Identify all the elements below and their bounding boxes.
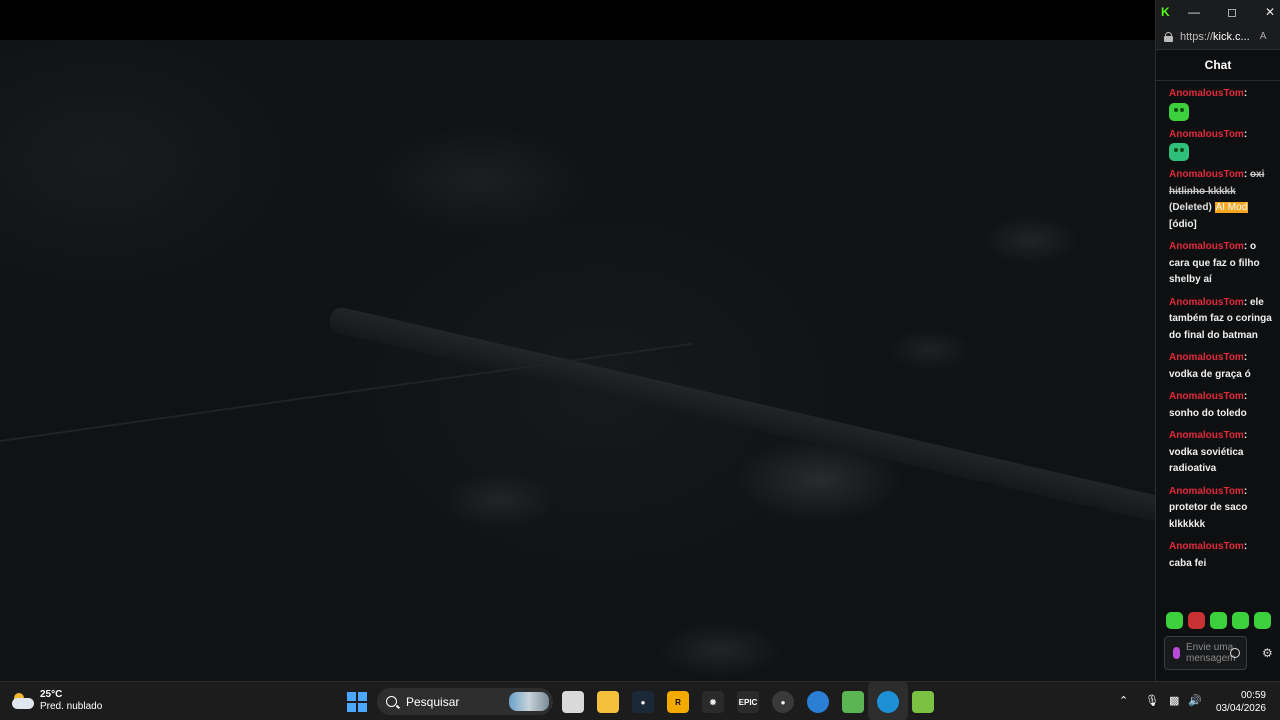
green-emote-icon bbox=[1169, 143, 1189, 162]
chat-username[interactable]: AnomalousTom bbox=[1169, 430, 1244, 441]
emote-button-icon[interactable] bbox=[1254, 612, 1271, 629]
chat-message: AnomalousTom: bbox=[1169, 86, 1275, 121]
desktop: K — ◻ ✕ https://kick.c... A Chat Anomalo… bbox=[0, 0, 1280, 720]
chat-messages: AnomalousTom: AnomalousTom: AnomalousTom… bbox=[1156, 82, 1280, 578]
browser-icon[interactable] bbox=[807, 691, 829, 713]
taskbar-search[interactable]: Pesquisar bbox=[377, 688, 553, 715]
maximize-button[interactable]: ◻ bbox=[1214, 0, 1250, 24]
chat-message-deleted: AnomalousTom: oxi hitlinho kkkkk (Delete… bbox=[1169, 169, 1265, 230]
search-highlight-image bbox=[509, 692, 549, 711]
game-top-bar bbox=[0, 0, 1155, 40]
moderation-reason: [ódio] bbox=[1169, 218, 1197, 230]
chat-popup-window: K — ◻ ✕ https://kick.c... A Chat Anomalo… bbox=[1155, 0, 1280, 681]
app-notification-icon[interactable]: ● bbox=[772, 691, 794, 713]
chat-username[interactable]: AnomalousTom bbox=[1169, 169, 1244, 180]
green-emote-icon bbox=[1169, 102, 1189, 121]
file-explorer-icon[interactable] bbox=[597, 691, 619, 713]
chat-text: vodka de graça ó bbox=[1169, 368, 1251, 380]
chat-username[interactable]: AnomalousTom bbox=[1169, 541, 1244, 552]
kick-logo-icon: K bbox=[1161, 5, 1170, 19]
chat-text: sonho do toledo bbox=[1169, 407, 1247, 419]
partly-cloudy-icon bbox=[12, 693, 34, 709]
steam-icon[interactable]: ● bbox=[632, 691, 654, 713]
fallen-log bbox=[327, 305, 1155, 525]
chat-message: AnomalousTom: o cara que faz o filho she… bbox=[1169, 241, 1260, 286]
window-titlebar: K — ◻ ✕ bbox=[1156, 0, 1280, 24]
emote-button-icon[interactable] bbox=[1210, 612, 1227, 629]
epic-games-icon[interactable]: EPIC bbox=[737, 691, 759, 713]
lock-icon[interactable] bbox=[1164, 31, 1173, 42]
chat-username[interactable]: AnomalousTom bbox=[1169, 297, 1244, 308]
windows-taskbar: 25°C Pred. nublado Pesquisar ● R ❋ EPIC … bbox=[0, 681, 1280, 720]
edge-icon[interactable] bbox=[877, 691, 899, 713]
url-text[interactable]: https://kick.c... bbox=[1180, 31, 1250, 43]
chat-message: AnomalousTom: caba fei bbox=[1169, 541, 1248, 569]
emote-button-icon[interactable] bbox=[1166, 612, 1183, 629]
chat-username[interactable]: AnomalousTom bbox=[1169, 241, 1244, 252]
microphone-icon[interactable] bbox=[1173, 647, 1180, 659]
android-app-icon[interactable] bbox=[842, 691, 864, 713]
clock-date: 03/04/2026 bbox=[1215, 703, 1266, 714]
monitor-icon[interactable]: ▩ bbox=[1169, 694, 1179, 707]
chat-username[interactable]: AnomalousTom bbox=[1169, 391, 1244, 402]
chat-message: AnomalousTom: sonho do toledo bbox=[1169, 391, 1248, 419]
task-view-icon[interactable] bbox=[562, 691, 584, 713]
quick-emote-bar bbox=[1166, 612, 1278, 630]
weather-temperature: 25°C bbox=[40, 689, 63, 700]
deleted-tag: (Deleted) bbox=[1169, 202, 1212, 214]
weather-widget[interactable]: 25°C Pred. nublado bbox=[12, 689, 102, 713]
ai-mod-badge: AI Mod bbox=[1214, 202, 1249, 214]
weather-description: Pred. nublado bbox=[40, 701, 103, 712]
emoji-picker-icon[interactable] bbox=[1230, 648, 1240, 658]
chat-username[interactable]: AnomalousTom bbox=[1169, 129, 1244, 140]
search-placeholder: Pesquisar bbox=[406, 694, 460, 709]
chat-message: AnomalousTom: vodka soviética radioativa bbox=[1169, 430, 1248, 475]
system-clock[interactable]: 00:59 03/04/2026 bbox=[1214, 689, 1266, 715]
chat-settings-gear-icon[interactable]: ⚙ bbox=[1262, 646, 1273, 660]
chat-message-input[interactable]: Envie uma mensagem bbox=[1164, 636, 1247, 670]
chat-username[interactable]: AnomalousTom bbox=[1169, 352, 1244, 363]
chat-text: caba fei bbox=[1169, 557, 1207, 569]
windows-start-icon[interactable] bbox=[347, 692, 367, 712]
chat-message: AnomalousTom: ele também faz o coringa d… bbox=[1169, 296, 1272, 341]
rockstar-icon[interactable]: R bbox=[667, 691, 689, 713]
clock-time: 00:59 bbox=[1240, 690, 1266, 701]
app-icon[interactable]: ❋ bbox=[702, 691, 724, 713]
chat-text: protetor de saco klkkkkk bbox=[1169, 502, 1248, 530]
chat-message: AnomalousTom: bbox=[1169, 127, 1275, 162]
twig bbox=[0, 342, 694, 442]
read-aloud-icon[interactable]: A bbox=[1260, 31, 1267, 42]
chat-text: vodka soviética radioativa bbox=[1169, 446, 1244, 475]
bluestacks-icon[interactable] bbox=[912, 691, 934, 713]
game-scene bbox=[0, 40, 1155, 681]
microphone-tray-icon[interactable]: 🎙 bbox=[1145, 694, 1159, 707]
chat-message: AnomalousTom: protetor de saco klkkkkk bbox=[1169, 485, 1248, 530]
chat-header: Chat bbox=[1156, 50, 1280, 81]
address-bar[interactable]: https://kick.c... A bbox=[1156, 24, 1280, 50]
minimize-button[interactable]: — bbox=[1176, 0, 1212, 24]
chat-message: AnomalousTom: vodka de graça ó bbox=[1169, 352, 1251, 380]
chevron-up-icon[interactable]: ⌃ bbox=[1119, 694, 1128, 707]
close-button[interactable]: ✕ bbox=[1252, 0, 1280, 24]
search-icon bbox=[386, 696, 397, 707]
chat-username[interactable]: AnomalousTom bbox=[1169, 88, 1244, 99]
emote-button-icon[interactable] bbox=[1188, 612, 1205, 629]
emote-button-icon[interactable] bbox=[1232, 612, 1249, 629]
game-video-area[interactable] bbox=[0, 0, 1155, 681]
chat-username[interactable]: AnomalousTom bbox=[1169, 486, 1244, 497]
speaker-icon[interactable]: 🔊 bbox=[1188, 694, 1202, 707]
